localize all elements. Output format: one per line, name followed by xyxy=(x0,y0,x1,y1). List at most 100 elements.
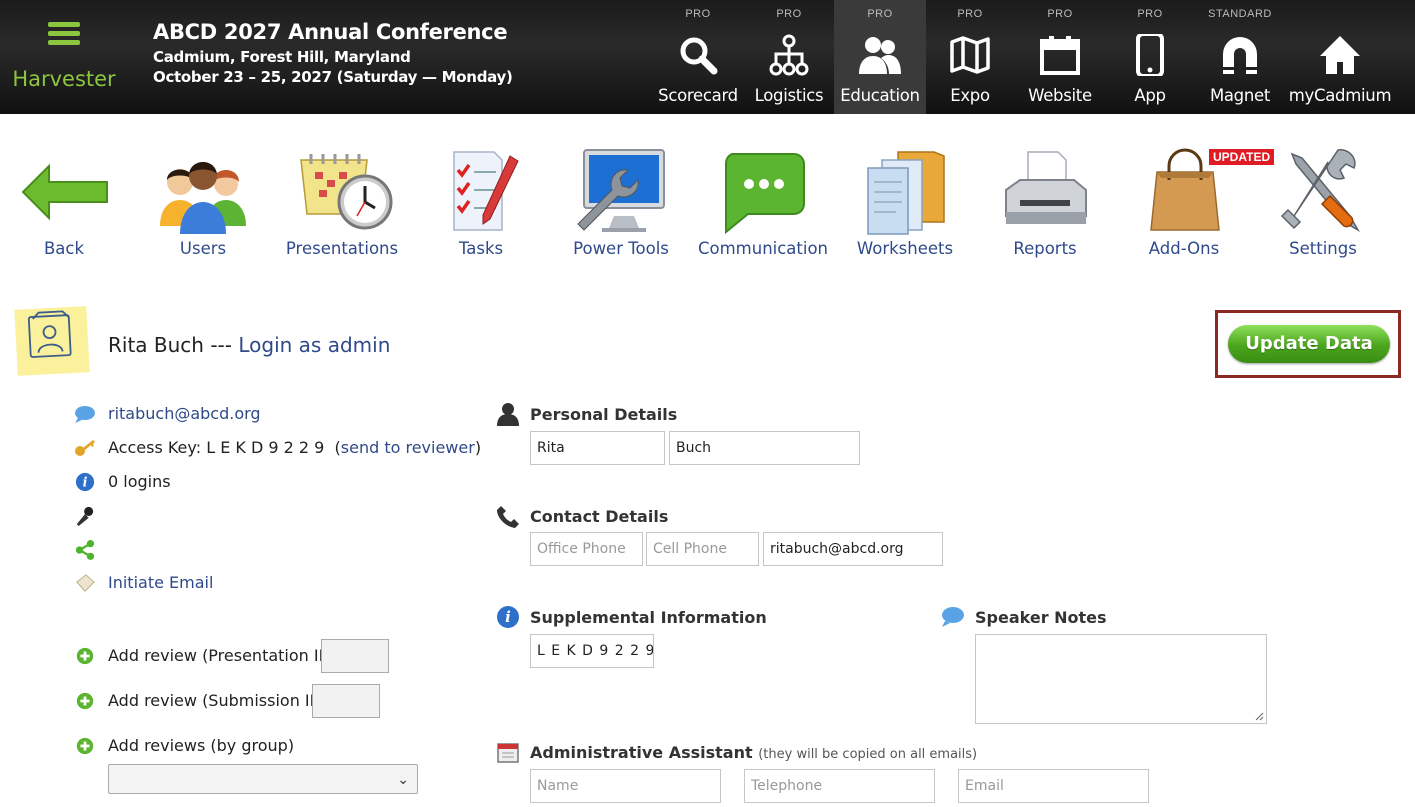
personal-details-title: Personal Details xyxy=(530,405,678,424)
access-key-text: Access Key: L E K D 9 2 2 9 (send to rev… xyxy=(108,438,482,457)
person-icon xyxy=(497,403,519,426)
resize-grip-icon[interactable] xyxy=(1254,711,1264,721)
contact-details-title: Contact Details xyxy=(530,507,669,526)
separator: --- xyxy=(210,333,232,357)
speaker-notes-heading: Speaker Notes xyxy=(942,607,1107,627)
login-as-admin-link[interactable]: Login as admin xyxy=(238,333,390,357)
info-icon: i xyxy=(497,606,519,628)
tool-label: Reports xyxy=(1013,239,1077,258)
nav-label: Logistics xyxy=(754,86,824,105)
conference-info: ABCD 2027 Annual Conference Cadmium, For… xyxy=(153,20,513,86)
nav-website[interactable]: PRO Website xyxy=(1014,0,1106,114)
speech-bubble-icon xyxy=(942,607,964,627)
tool-label: Power Tools xyxy=(573,239,669,258)
speaker-notes-textarea[interactable] xyxy=(975,634,1267,724)
svg-text:i: i xyxy=(505,608,511,626)
office-phone-field[interactable]: Office Phone xyxy=(530,532,643,566)
home-icon xyxy=(1320,36,1360,74)
nav-label: Scorecard xyxy=(658,86,738,105)
assistant-name-field[interactable]: Name xyxy=(530,769,721,803)
tools-icon xyxy=(1280,149,1361,233)
top-bar: Harvester ABCD 2027 Annual Conference Ca… xyxy=(0,0,1415,114)
tool-add-ons[interactable]: UPDATED Add-Ons xyxy=(1114,140,1275,265)
tool-back[interactable]: Back xyxy=(0,140,134,265)
chat-bubble-icon xyxy=(724,153,805,235)
tool-label: Tasks xyxy=(458,239,504,258)
conference-dates: October 23 – 25, 2027 (Saturday — Monday… xyxy=(153,68,513,86)
tool-presentations[interactable]: Presentations xyxy=(272,140,412,265)
email-link[interactable]: ritabuch@abcd.org xyxy=(108,402,261,426)
supplemental-field[interactable]: L E K D 9 2 2 9 xyxy=(530,634,654,668)
printer-icon xyxy=(1005,151,1087,224)
contact-email-field[interactable]: ritabuch@abcd.org xyxy=(763,532,943,566)
plus-circle-icon[interactable] xyxy=(74,691,96,711)
plus-circle-icon[interactable] xyxy=(74,646,96,666)
tool-tasks[interactable]: Tasks xyxy=(411,140,551,265)
nav-app[interactable]: PRO App xyxy=(1104,0,1196,114)
supplemental-info-heading: i Supplemental Information xyxy=(497,606,767,628)
hierarchy-icon xyxy=(769,34,809,76)
submission-id-input[interactable] xyxy=(312,684,380,718)
assistant-telephone-field[interactable]: Telephone xyxy=(744,769,935,803)
calendar-icon xyxy=(1040,36,1080,75)
sticky-note-icon xyxy=(14,306,90,376)
menu-icon[interactable] xyxy=(48,22,80,46)
tool-users[interactable]: Users xyxy=(133,140,273,265)
nav-magnet[interactable]: STANDARD Magnet xyxy=(1194,0,1286,114)
nav-education[interactable]: PRO Education xyxy=(834,0,926,114)
phone-icon xyxy=(1136,34,1164,76)
tool-reports[interactable]: Reports xyxy=(975,140,1115,265)
tool-settings[interactable]: Settings xyxy=(1253,140,1393,265)
user-name: Rita Buch xyxy=(108,333,204,357)
nav-expo[interactable]: PRO Expo xyxy=(924,0,1016,114)
key-icon xyxy=(75,440,95,456)
share-icon[interactable] xyxy=(74,540,96,560)
nav-tier-label: STANDARD xyxy=(1208,8,1272,20)
back-arrow-icon xyxy=(21,163,108,221)
admin-assistant-heading: Administrative Assistant (they will be c… xyxy=(497,743,977,763)
tool-label: Worksheets xyxy=(856,239,954,258)
telephone-icon xyxy=(497,506,519,528)
nav-label: Magnet xyxy=(1209,86,1271,105)
update-data-button[interactable]: Update Data xyxy=(1228,325,1390,363)
microphone-icon[interactable] xyxy=(74,506,96,526)
nav-label: App xyxy=(1134,86,1166,105)
nav-label: myCadmium xyxy=(1288,86,1392,105)
update-data-frame: Update Data xyxy=(1215,310,1401,378)
plus-circle-icon[interactable] xyxy=(74,736,96,756)
speaker-notes-title: Speaker Notes xyxy=(975,608,1107,627)
group-select[interactable]: ⌄ xyxy=(108,764,418,794)
calendar-icon xyxy=(497,743,519,763)
monitor-wrench-icon xyxy=(577,149,665,232)
tool-power-tools[interactable]: Power Tools xyxy=(551,140,691,265)
cell-phone-field[interactable]: Cell Phone xyxy=(646,532,759,566)
logins-count: 0 logins xyxy=(108,472,171,491)
tool-label: Settings xyxy=(1289,239,1357,258)
envelope-icon xyxy=(76,574,95,592)
send-to-reviewer-link[interactable]: send to reviewer xyxy=(341,438,475,457)
search-icon xyxy=(680,37,718,75)
app-name: Harvester xyxy=(12,67,116,91)
app-logo[interactable]: Harvester xyxy=(0,0,128,114)
tool-worksheets[interactable]: Worksheets xyxy=(835,140,975,265)
assistant-email-field[interactable]: Email xyxy=(958,769,1149,803)
add-review-presentation-label: Add review (Presentation ID) xyxy=(108,646,338,665)
chevron-down-icon: ⌄ xyxy=(397,771,409,787)
nav-logistics[interactable]: PRO Logistics xyxy=(743,0,835,114)
first-name-field[interactable]: Rita xyxy=(530,431,665,465)
last-name-field[interactable]: Buch xyxy=(669,431,860,465)
conference-title: ABCD 2027 Annual Conference xyxy=(153,20,508,44)
access-key-value: L E K D 9 2 2 9 xyxy=(206,438,325,457)
nav-tier-label: PRO xyxy=(867,8,893,20)
presentation-id-input[interactable] xyxy=(321,639,389,673)
initiate-email-link[interactable]: Initiate Email xyxy=(108,571,213,595)
tool-communication[interactable]: Communication xyxy=(693,140,833,265)
people-icon xyxy=(859,37,901,74)
users-icon xyxy=(160,162,246,234)
add-review-submission-label: Add review (Submission ID) xyxy=(108,691,329,710)
map-icon xyxy=(950,36,990,74)
nav-scorecard[interactable]: PRO Scorecard xyxy=(652,0,744,114)
contact-details-heading: Contact Details xyxy=(497,506,669,528)
nav-mycadmium[interactable]: myCadmium xyxy=(1284,0,1396,114)
nav-tier-label: PRO xyxy=(957,8,983,20)
